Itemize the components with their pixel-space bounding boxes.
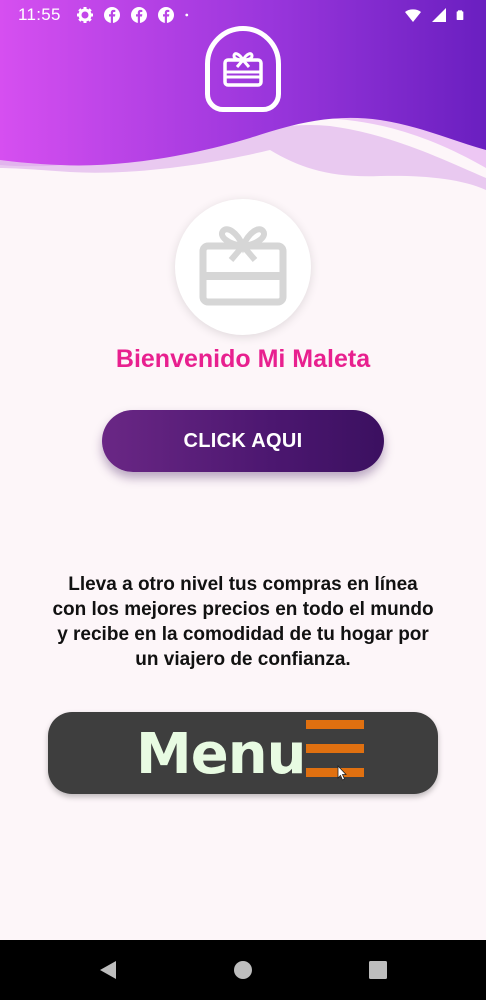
welcome-title: Bienvenido Mi Maleta	[115, 345, 371, 373]
wifi-icon	[405, 9, 421, 22]
app-logo	[205, 26, 281, 112]
facebook-icon	[104, 7, 120, 23]
hamburger-icon	[306, 720, 364, 781]
battery-icon	[456, 10, 464, 20]
click-here-button[interactable]: CLICK AQUI	[102, 410, 384, 472]
status-time: 11:55	[18, 5, 61, 24]
menu-label: Menu	[136, 722, 306, 787]
hero-icon-circle	[175, 199, 311, 335]
home-icon[interactable]	[233, 960, 253, 980]
dot-icon	[185, 13, 189, 17]
menu-button[interactable]: Menu	[48, 712, 438, 794]
back-icon[interactable]	[98, 960, 118, 980]
settings-icon	[77, 7, 93, 23]
gift-card-icon	[199, 226, 287, 306]
navigation-bar	[0, 940, 486, 1000]
signal-icon	[432, 8, 446, 22]
facebook-icon	[158, 7, 174, 23]
recents-icon[interactable]	[368, 960, 388, 980]
facebook-icon	[131, 7, 147, 23]
gift-card-icon	[223, 52, 263, 87]
description-text: Lleva a otro nivel tus compras en línea …	[52, 574, 434, 670]
